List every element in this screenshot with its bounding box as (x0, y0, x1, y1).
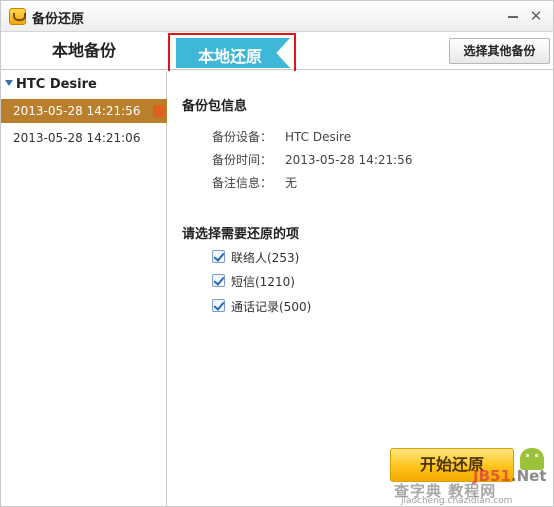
info-row-note: 备注信息： 无 (212, 174, 297, 191)
tab-local-restore-label: 本地还原 (198, 47, 263, 66)
info-row-device: 备份设备： HTC Desire (212, 128, 351, 145)
app-logo-icon (9, 8, 26, 25)
highlight-frame: 本地还原 (168, 33, 296, 74)
info-label: 备份时间： (212, 153, 273, 167)
checkbox-checked-icon[interactable] (212, 250, 225, 263)
info-label: 备份设备： (212, 130, 273, 144)
backup-list-item[interactable]: 2013-05-28 14:21:06 (1, 126, 167, 150)
title-bar: 备份还原 ✕ (1, 1, 553, 32)
device-name: HTC Desire (16, 77, 97, 92)
checkbox-label[interactable]: 短信(1210) (231, 273, 295, 290)
backup-list-panel: HTC Desire 2013-05-28 14:21:56 2013-05-2… (1, 71, 167, 506)
caret-down-icon[interactable] (5, 80, 13, 86)
checkbox-checked-icon[interactable] (212, 274, 225, 287)
info-value: HTC Desire (285, 130, 352, 144)
info-value: 2013-05-28 14:21:56 (285, 153, 413, 167)
info-label: 备注信息： (212, 176, 273, 190)
backup-item-label: 2013-05-28 14:21:56 (13, 104, 141, 118)
backup-restore-window: 备份还原 ✕ 本地备份 本地还原 选择其他备份 HTC Desire 2013-… (0, 0, 554, 507)
tab-bar: 本地备份 本地还原 选择其他备份 (1, 32, 553, 74)
tab-local-backup[interactable]: 本地备份 (1, 32, 167, 69)
minimize-icon[interactable] (503, 7, 523, 25)
checkbox-checked-icon[interactable] (212, 299, 225, 312)
restore-items-heading: 请选择需要还原的项 (182, 227, 300, 242)
watermark-url: jiaocheng.chazidian.com (401, 496, 513, 506)
tab-local-restore[interactable]: 本地还原 (176, 38, 290, 68)
window-title: 备份还原 (32, 12, 85, 27)
close-icon[interactable]: ✕ (526, 7, 546, 25)
checkbox-label[interactable]: 通话记录(500) (231, 298, 311, 315)
backup-info-heading: 备份包信息 (182, 99, 248, 114)
info-value: 无 (285, 176, 298, 190)
restore-detail-panel: 备份包信息 备份设备： HTC Desire 备份时间： 2013-05-28 14… (168, 71, 553, 506)
choose-other-backup-button[interactable]: 选择其他备份 (449, 38, 550, 64)
device-tree-header[interactable]: HTC Desire (5, 77, 97, 92)
backup-list-item-selected[interactable]: 2013-05-28 14:21:56 (1, 99, 167, 123)
info-row-time: 备份时间： 2013-05-28 14:21:56 (212, 151, 412, 168)
selected-flag-icon (153, 105, 165, 117)
checkbox-label[interactable]: 联络人(253) (231, 249, 299, 266)
backup-item-label: 2013-05-28 14:21:06 (13, 131, 141, 145)
